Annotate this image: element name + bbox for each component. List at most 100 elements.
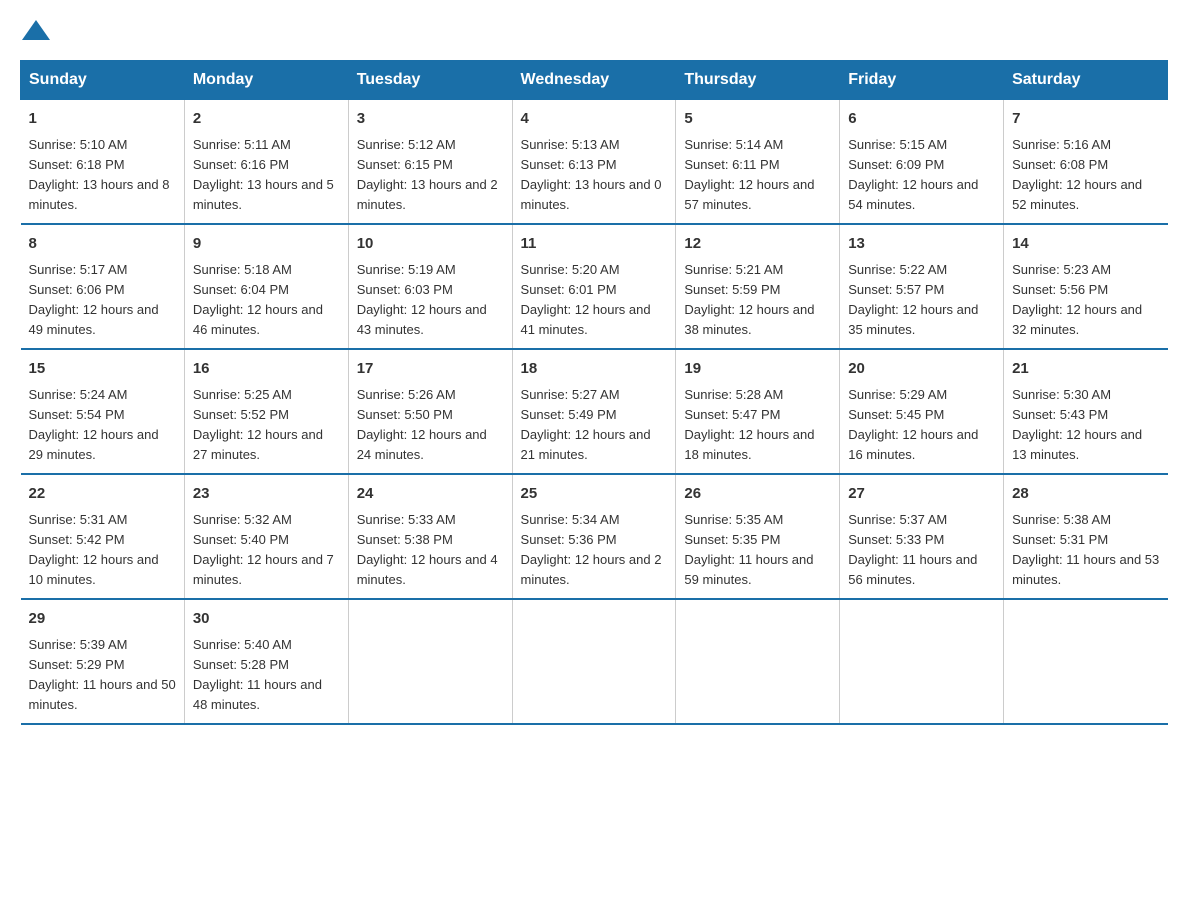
day-number: 21 bbox=[1012, 358, 1159, 381]
calendar-day-cell: 24 Sunrise: 5:33 AMSunset: 5:38 PMDayligh… bbox=[348, 474, 512, 599]
day-number: 13 bbox=[848, 233, 995, 256]
day-number: 30 bbox=[193, 608, 340, 631]
calendar-day-cell: 22 Sunrise: 5:31 AMSunset: 5:42 PMDayligh… bbox=[21, 474, 185, 599]
day-number: 16 bbox=[193, 358, 340, 381]
day-number: 15 bbox=[29, 358, 176, 381]
day-info: Sunrise: 5:21 AMSunset: 5:59 PMDaylight:… bbox=[684, 260, 831, 341]
day-info: Sunrise: 5:32 AMSunset: 5:40 PMDaylight:… bbox=[193, 510, 340, 591]
calendar-day-cell: 2 Sunrise: 5:11 AMSunset: 6:16 PMDaylight… bbox=[184, 100, 348, 225]
day-number: 3 bbox=[357, 108, 504, 131]
day-number: 12 bbox=[684, 233, 831, 256]
calendar-day-cell: 28 Sunrise: 5:38 AMSunset: 5:31 PMDayligh… bbox=[1004, 474, 1168, 599]
calendar-day-cell: 14 Sunrise: 5:23 AMSunset: 5:56 PMDayligh… bbox=[1004, 224, 1168, 349]
day-number: 1 bbox=[29, 108, 176, 131]
calendar-day-cell: 18 Sunrise: 5:27 AMSunset: 5:49 PMDayligh… bbox=[512, 349, 676, 474]
calendar-day-cell: 4Sunrise: 5:13 AMSunset: 6:13 PMDaylight… bbox=[512, 100, 676, 225]
day-number: 8 bbox=[29, 233, 176, 256]
calendar-day-cell: 8 Sunrise: 5:17 AMSunset: 6:06 PMDaylight… bbox=[21, 224, 185, 349]
calendar-week-row: 29Sunrise: 5:39 AMSunset: 5:29 PMDayligh… bbox=[21, 599, 1168, 724]
day-info: Sunrise: 5:23 AMSunset: 5:56 PMDaylight:… bbox=[1012, 260, 1159, 341]
calendar-day-cell: 21 Sunrise: 5:30 AMSunset: 5:43 PMDayligh… bbox=[1004, 349, 1168, 474]
calendar-day-cell: 10 Sunrise: 5:19 AMSunset: 6:03 PMDayligh… bbox=[348, 224, 512, 349]
calendar-day-cell: 11 Sunrise: 5:20 AMSunset: 6:01 PMDayligh… bbox=[512, 224, 676, 349]
col-monday: Monday bbox=[184, 61, 348, 100]
day-info: Sunrise: 5:18 AMSunset: 6:04 PMDaylight:… bbox=[193, 260, 340, 341]
calendar-day-cell: 3Sunrise: 5:12 AMSunset: 6:15 PMDaylight… bbox=[348, 100, 512, 225]
day-number: 26 bbox=[684, 483, 831, 506]
day-number: 19 bbox=[684, 358, 831, 381]
calendar-week-row: 8 Sunrise: 5:17 AMSunset: 6:06 PMDaylight… bbox=[21, 224, 1168, 349]
day-number: 22 bbox=[29, 483, 176, 506]
day-info: Sunrise: 5:38 AMSunset: 5:31 PMDaylight:… bbox=[1012, 510, 1159, 591]
day-number: 7 bbox=[1012, 108, 1159, 131]
day-info: Sunrise: 5:19 AMSunset: 6:03 PMDaylight:… bbox=[357, 260, 504, 341]
col-wednesday: Wednesday bbox=[512, 61, 676, 100]
logo bbox=[20, 20, 50, 40]
calendar-day-cell: 20 Sunrise: 5:29 AMSunset: 5:45 PMDayligh… bbox=[840, 349, 1004, 474]
calendar-day-cell bbox=[1004, 599, 1168, 724]
calendar-day-cell bbox=[348, 599, 512, 724]
day-number: 5 bbox=[684, 108, 831, 131]
calendar-day-cell: 17 Sunrise: 5:26 AMSunset: 5:50 PMDayligh… bbox=[348, 349, 512, 474]
day-number: 11 bbox=[521, 233, 668, 256]
day-number: 24 bbox=[357, 483, 504, 506]
day-info: Sunrise: 5:26 AMSunset: 5:50 PMDaylight:… bbox=[357, 385, 504, 466]
calendar-header-row: Sunday Monday Tuesday Wednesday Thursday… bbox=[21, 61, 1168, 100]
day-number: 18 bbox=[521, 358, 668, 381]
page-header bbox=[20, 20, 1168, 40]
calendar-day-cell: 15 Sunrise: 5:24 AMSunset: 5:54 PMDayligh… bbox=[21, 349, 185, 474]
day-info: Sunrise: 5:40 AMSunset: 5:28 PMDaylight:… bbox=[193, 635, 340, 716]
col-sunday: Sunday bbox=[21, 61, 185, 100]
calendar-day-cell bbox=[512, 599, 676, 724]
day-info: Sunrise: 5:14 AMSunset: 6:11 PMDaylight:… bbox=[684, 135, 831, 216]
calendar-day-cell: 7 Sunrise: 5:16 AMSunset: 6:08 PMDaylight… bbox=[1004, 100, 1168, 225]
day-number: 20 bbox=[848, 358, 995, 381]
calendar-day-cell: 9 Sunrise: 5:18 AMSunset: 6:04 PMDaylight… bbox=[184, 224, 348, 349]
day-number: 23 bbox=[193, 483, 340, 506]
day-number: 28 bbox=[1012, 483, 1159, 506]
calendar-day-cell: 19 Sunrise: 5:28 AMSunset: 5:47 PMDayligh… bbox=[676, 349, 840, 474]
day-info: Sunrise: 5:11 AMSunset: 6:16 PMDaylight:… bbox=[193, 135, 340, 216]
calendar-day-cell: 26 Sunrise: 5:35 AMSunset: 5:35 PMDayligh… bbox=[676, 474, 840, 599]
col-friday: Friday bbox=[840, 61, 1004, 100]
day-info: Sunrise: 5:31 AMSunset: 5:42 PMDaylight:… bbox=[29, 510, 176, 591]
calendar-day-cell: 27 Sunrise: 5:37 AMSunset: 5:33 PMDayligh… bbox=[840, 474, 1004, 599]
day-number: 9 bbox=[193, 233, 340, 256]
logo-triangle-icon bbox=[22, 20, 50, 40]
day-number: 4 bbox=[521, 108, 668, 131]
calendar-day-cell bbox=[676, 599, 840, 724]
calendar-week-row: 1Sunrise: 5:10 AMSunset: 6:18 PMDaylight… bbox=[21, 100, 1168, 225]
day-number: 14 bbox=[1012, 233, 1159, 256]
day-info: Sunrise: 5:22 AMSunset: 5:57 PMDaylight:… bbox=[848, 260, 995, 341]
calendar-week-row: 22 Sunrise: 5:31 AMSunset: 5:42 PMDayligh… bbox=[21, 474, 1168, 599]
calendar-day-cell: 23 Sunrise: 5:32 AMSunset: 5:40 PMDayligh… bbox=[184, 474, 348, 599]
day-info: Sunrise: 5:37 AMSunset: 5:33 PMDaylight:… bbox=[848, 510, 995, 591]
day-info: Sunrise: 5:33 AMSunset: 5:38 PMDaylight:… bbox=[357, 510, 504, 591]
calendar-day-cell: 6Sunrise: 5:15 AMSunset: 6:09 PMDaylight… bbox=[840, 100, 1004, 225]
day-info: Sunrise: 5:17 AMSunset: 6:06 PMDaylight:… bbox=[29, 260, 176, 341]
day-info: Sunrise: 5:20 AMSunset: 6:01 PMDaylight:… bbox=[521, 260, 668, 341]
calendar-week-row: 15 Sunrise: 5:24 AMSunset: 5:54 PMDayligh… bbox=[21, 349, 1168, 474]
calendar-day-cell bbox=[840, 599, 1004, 724]
day-info: Sunrise: 5:35 AMSunset: 5:35 PMDaylight:… bbox=[684, 510, 831, 591]
day-info: Sunrise: 5:27 AMSunset: 5:49 PMDaylight:… bbox=[521, 385, 668, 466]
calendar-day-cell: 30 Sunrise: 5:40 AMSunset: 5:28 PMDayligh… bbox=[184, 599, 348, 724]
day-info: Sunrise: 5:15 AMSunset: 6:09 PMDaylight:… bbox=[848, 135, 995, 216]
calendar-day-cell: 13 Sunrise: 5:22 AMSunset: 5:57 PMDayligh… bbox=[840, 224, 1004, 349]
col-saturday: Saturday bbox=[1004, 61, 1168, 100]
day-number: 17 bbox=[357, 358, 504, 381]
calendar-table: Sunday Monday Tuesday Wednesday Thursday… bbox=[20, 60, 1168, 725]
day-info: Sunrise: 5:24 AMSunset: 5:54 PMDaylight:… bbox=[29, 385, 176, 466]
day-number: 10 bbox=[357, 233, 504, 256]
day-info: Sunrise: 5:16 AMSunset: 6:08 PMDaylight:… bbox=[1012, 135, 1159, 216]
calendar-day-cell: 12 Sunrise: 5:21 AMSunset: 5:59 PMDayligh… bbox=[676, 224, 840, 349]
day-info: Sunrise: 5:39 AMSunset: 5:29 PMDaylight:… bbox=[29, 635, 176, 716]
col-thursday: Thursday bbox=[676, 61, 840, 100]
day-info: Sunrise: 5:30 AMSunset: 5:43 PMDaylight:… bbox=[1012, 385, 1159, 466]
day-info: Sunrise: 5:29 AMSunset: 5:45 PMDaylight:… bbox=[848, 385, 995, 466]
day-info: Sunrise: 5:28 AMSunset: 5:47 PMDaylight:… bbox=[684, 385, 831, 466]
day-number: 2 bbox=[193, 108, 340, 131]
col-tuesday: Tuesday bbox=[348, 61, 512, 100]
calendar-day-cell: 1Sunrise: 5:10 AMSunset: 6:18 PMDaylight… bbox=[21, 100, 185, 225]
day-number: 27 bbox=[848, 483, 995, 506]
